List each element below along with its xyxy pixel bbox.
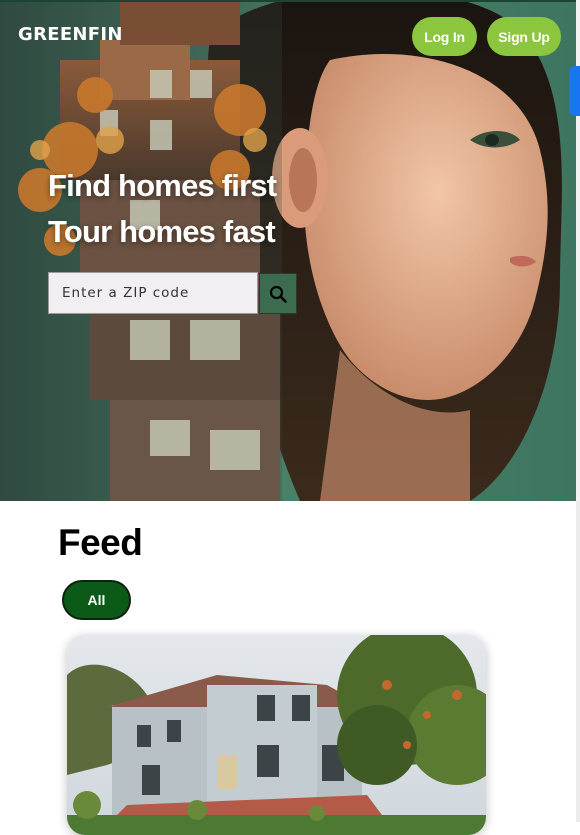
scrollbar-track[interactable] bbox=[576, 501, 580, 822]
hero-headline-primary: Find homes first bbox=[48, 168, 277, 203]
search-button[interactable] bbox=[259, 273, 297, 314]
hero-headline-secondary: Tour homes fast bbox=[48, 214, 276, 249]
search-icon bbox=[269, 285, 287, 303]
filter-chip-all[interactable]: All bbox=[62, 580, 131, 620]
hero-illustration bbox=[0, 0, 576, 501]
top-border bbox=[0, 0, 576, 2]
listing-card[interactable] bbox=[67, 635, 486, 835]
listing-photo bbox=[67, 635, 486, 835]
zip-code-input[interactable] bbox=[48, 272, 258, 314]
signup-button[interactable]: Sign Up bbox=[487, 17, 561, 56]
side-tab[interactable] bbox=[569, 66, 580, 116]
brand-logo[interactable]: GREENFIN bbox=[18, 24, 123, 45]
feed-title: Feed bbox=[58, 522, 143, 563]
hero-banner: GREENFIN Log In Sign Up Find homes first… bbox=[0, 0, 576, 501]
login-button[interactable]: Log In bbox=[412, 17, 477, 56]
